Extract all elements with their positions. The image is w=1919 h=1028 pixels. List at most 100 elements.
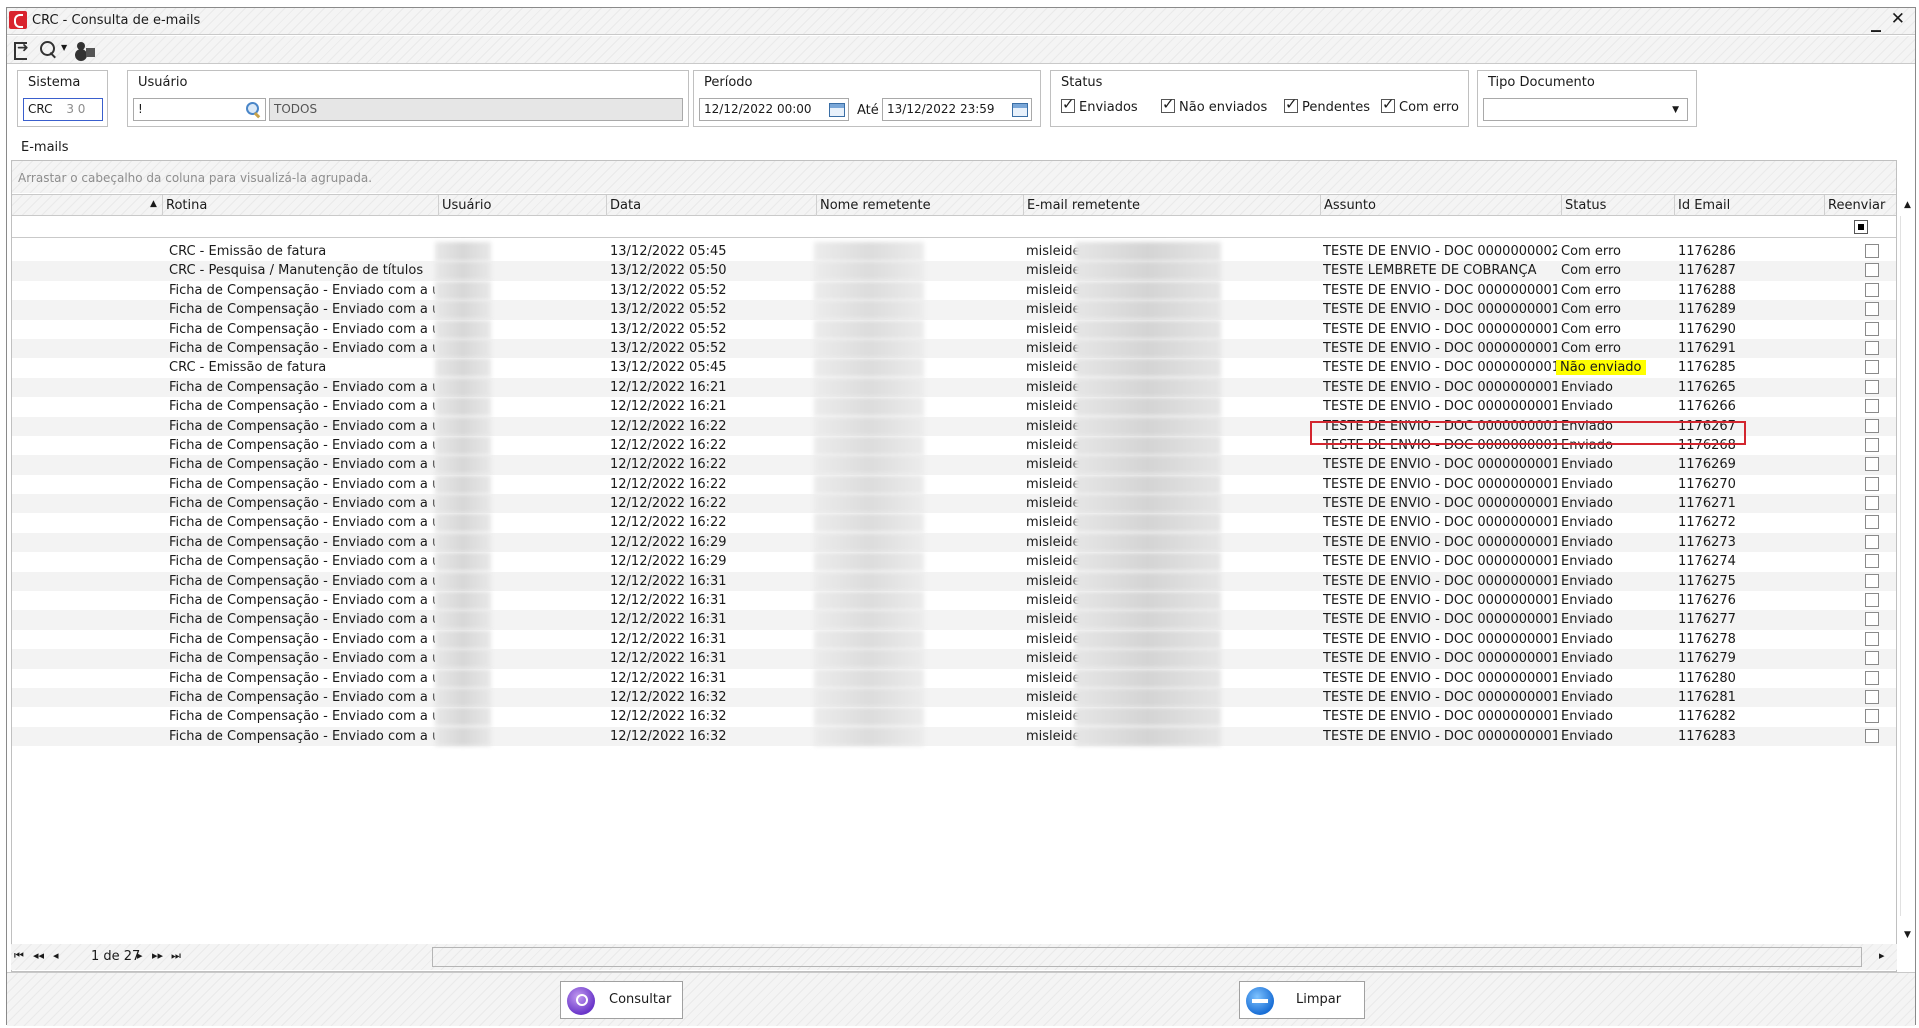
table-row[interactable]: Ficha de Compensação - Enviado com a u..…	[12, 455, 1896, 475]
table-row[interactable]: Ficha de Compensação - Enviado com a u..…	[12, 319, 1896, 339]
column-header-assunto[interactable]: Assunto	[1320, 195, 1561, 216]
next-page-group-icon[interactable]: ▸▸	[152, 949, 163, 962]
calendar-icon[interactable]	[829, 103, 845, 117]
table-row[interactable]: Ficha de Compensação - Enviado com a u..…	[12, 416, 1896, 436]
periodo-to-input[interactable]: 13/12/2022 23:59	[882, 98, 1032, 121]
reenviar-checkbox[interactable]	[1865, 244, 1879, 258]
checkbox-icon[interactable]	[1061, 95, 1075, 113]
table-row[interactable]: CRC - Emissão de fatura 13/12/2022 05:45 m…	[12, 358, 1896, 378]
previous-page-group-icon[interactable]: ◂◂	[33, 949, 44, 962]
status-nao-enviados-checkbox[interactable]: Não enviados	[1161, 95, 1267, 119]
reenviar-checkbox[interactable]	[1865, 496, 1879, 511]
reenviar-checkbox[interactable]	[1865, 515, 1879, 530]
reenviar-checkbox[interactable]	[1865, 282, 1879, 297]
reenviar-checkbox[interactable]	[1865, 340, 1879, 355]
previous-page-icon[interactable]: ◂	[53, 949, 59, 962]
table-row[interactable]: Ficha de Compensação - Enviado com a u..…	[12, 300, 1896, 320]
minimize-button[interactable]: _	[1871, 8, 1881, 32]
table-row[interactable]: Ficha de Compensação - Enviado com a u..…	[12, 280, 1896, 301]
reenviar-checkbox[interactable]	[1865, 263, 1879, 278]
checkbox-icon[interactable]	[1284, 95, 1298, 113]
exit-icon[interactable]	[13, 40, 31, 60]
last-page-icon[interactable]: ⏭	[171, 949, 181, 963]
reenviar-checkbox[interactable]	[1865, 476, 1879, 491]
table-row[interactable]: Ficha de Compensação - Enviado com a u..…	[12, 474, 1896, 495]
next-page-icon[interactable]: ▸	[137, 949, 143, 962]
column-header-email-remetente[interactable]: E-mail remetente	[1023, 195, 1320, 216]
table-row[interactable]: Ficha de Compensação - Enviado com a u..…	[12, 629, 1896, 650]
status-pendentes-checkbox[interactable]: Pendentes	[1284, 95, 1370, 119]
column-header-reenviar[interactable]: Reenviar	[1824, 195, 1885, 216]
column-header-usuario[interactable]: Usuário	[438, 195, 606, 216]
consultar-button[interactable]: Consultar	[560, 981, 683, 1019]
close-button[interactable]: ✕	[1891, 9, 1905, 29]
reenviar-checkbox[interactable]	[1865, 709, 1879, 724]
table-row[interactable]: Ficha de Compensação - Enviado com a u..…	[12, 591, 1896, 611]
reenviar-checkbox[interactable]	[1865, 593, 1879, 608]
table-row[interactable]: Ficha de Compensação - Enviado com a u..…	[12, 707, 1896, 727]
table-row[interactable]: Ficha de Compensação - Enviado com a u..…	[12, 571, 1896, 592]
reenviar-checkbox[interactable]	[1865, 689, 1879, 704]
reenviar-checkbox[interactable]	[1865, 612, 1879, 627]
table-row[interactable]: Ficha de Compensação - Enviado com a u..…	[12, 532, 1896, 553]
reenviar-checkbox[interactable]	[1865, 379, 1879, 394]
limpar-button[interactable]: Limpar	[1239, 981, 1365, 1019]
horizontal-scrollbar[interactable]	[432, 947, 1862, 967]
table-row[interactable]: CRC - Emissão de fatura 13/12/2022 05:45 m…	[12, 242, 1896, 262]
reenviar-checkbox[interactable]	[1865, 534, 1879, 549]
scroll-down-icon[interactable]: ▼	[1904, 930, 1911, 940]
reenviar-checkbox[interactable]	[1865, 302, 1879, 317]
reenviar-checkbox[interactable]	[1865, 728, 1879, 743]
calendar-icon[interactable]	[1012, 103, 1028, 117]
table-row[interactable]: Ficha de Compensação - Enviado com a u..…	[12, 668, 1896, 688]
select-all-checkbox[interactable]	[1854, 220, 1868, 234]
vertical-scrollbar[interactable]	[1900, 216, 1915, 916]
checkbox-icon[interactable]	[1381, 95, 1395, 113]
reenviar-checkbox[interactable]	[1865, 321, 1879, 336]
magnifier-icon[interactable]	[246, 102, 262, 118]
table-row[interactable]: Ficha de Compensação - Enviado com a u..…	[12, 377, 1896, 398]
checkbox-icon[interactable]	[1161, 95, 1175, 113]
table-row[interactable]: Ficha de Compensação - Enviado com a u..…	[12, 726, 1896, 747]
sistema-input[interactable]: CRC 3 0	[23, 98, 103, 121]
reenviar-checkbox[interactable]	[1865, 670, 1879, 685]
tipo-documento-select[interactable]: ▼	[1483, 98, 1688, 121]
search-icon[interactable]: ▼	[39, 40, 69, 60]
column-header-nome-remetente[interactable]: Nome remetente	[816, 195, 1023, 216]
reenviar-checkbox[interactable]	[1865, 437, 1879, 452]
reenviar-checkbox[interactable]	[1865, 651, 1879, 666]
table-row[interactable]: Ficha de Compensação - Enviado com a u..…	[12, 494, 1896, 514]
scroll-right-icon[interactable]: ▸	[1879, 949, 1885, 962]
reenviar-checkbox[interactable]	[1865, 631, 1879, 646]
reenviar-checkbox[interactable]	[1865, 418, 1879, 433]
periodo-from-input[interactable]: 12/12/2022 00:00	[699, 98, 849, 121]
table-row[interactable]: Ficha de Compensação - Enviado com a u..…	[12, 610, 1896, 630]
table-row[interactable]: Ficha de Compensação - Enviado com a u..…	[12, 649, 1896, 669]
table-row[interactable]: CRC - Pesquisa / Manutenção de títulos 13…	[12, 261, 1896, 281]
reenviar-checkbox[interactable]	[1865, 554, 1879, 569]
reenviar-checkbox[interactable]	[1865, 360, 1879, 375]
column-header-status[interactable]: Status	[1561, 195, 1674, 216]
status-enviados-checkbox[interactable]: Enviados	[1061, 95, 1138, 119]
table-row[interactable]: Ficha de Compensação - Enviado com a u..…	[12, 513, 1896, 533]
column-header-rotina[interactable]: Rotina	[162, 195, 438, 216]
usuario-code-input[interactable]: !	[133, 98, 266, 121]
reenviar-checkbox[interactable]	[1865, 399, 1879, 414]
table-row[interactable]: Ficha de Compensação - Enviado com a u..…	[12, 435, 1896, 456]
table-row[interactable]: Ficha de Compensação - Enviado com a u..…	[12, 338, 1896, 359]
table-row[interactable]: Ficha de Compensação - Enviado com a u..…	[12, 397, 1896, 417]
sort-ascending-icon[interactable]: ▲	[150, 199, 157, 209]
column-header-data[interactable]: Data	[606, 195, 816, 216]
reenviar-checkbox[interactable]	[1865, 457, 1879, 472]
status-com-erro-checkbox[interactable]: Com erro	[1381, 95, 1459, 119]
table-row[interactable]: Ficha de Compensação - Enviado com a u..…	[12, 687, 1896, 708]
users-icon[interactable]	[75, 40, 97, 60]
scroll-up-icon[interactable]: ▲	[1904, 200, 1911, 210]
first-page-icon[interactable]: ⏮	[14, 949, 24, 963]
group-by-area[interactable]: Arrastar o cabeçalho da coluna para visu…	[12, 161, 1896, 193]
table-row[interactable]: Ficha de Compensação - Enviado com a u..…	[12, 552, 1896, 572]
chevron-down-icon[interactable]: ▼	[61, 43, 67, 52]
column-header-id-email[interactable]: Id Email	[1674, 195, 1824, 216]
reenviar-checkbox[interactable]	[1865, 573, 1879, 588]
chevron-down-icon[interactable]: ▼	[1672, 105, 1679, 115]
